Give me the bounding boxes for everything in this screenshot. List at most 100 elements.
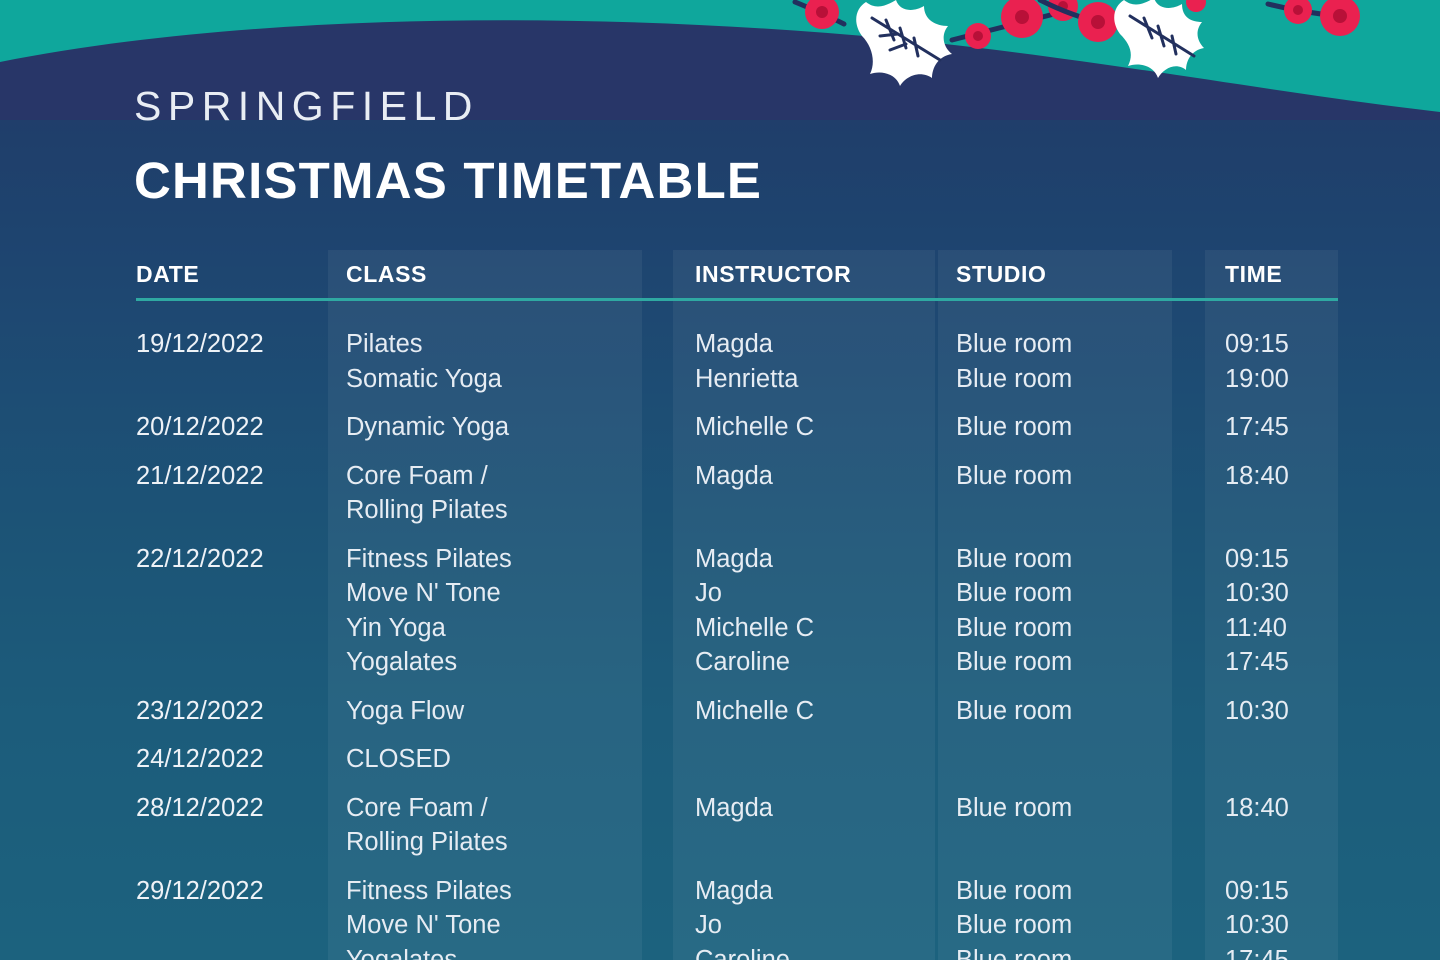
cell-instructor (673, 742, 938, 777)
cell-date: 21/12/2022 (136, 461, 264, 490)
cell-studio: Blue room (938, 694, 1205, 729)
cell-studio: Blue room Blue room (938, 327, 1205, 396)
instructor-line: Michelle C (695, 413, 815, 441)
cell-studio: Blue room Blue room Blue room (938, 874, 1205, 960)
cell-date: 20/12/2022 (136, 413, 264, 441)
time-line: 17:45 (1225, 945, 1289, 960)
instructor-line: Caroline (695, 945, 790, 960)
cell-class: Core Foam / Rolling Pilates (328, 791, 673, 860)
empty-line (695, 742, 938, 777)
cell-instructor: Magda (673, 459, 938, 528)
time-line: 17:45 (1225, 648, 1289, 676)
cell-class: Dynamic Yoga (328, 410, 673, 445)
column-header-date: DATE (136, 260, 200, 287)
cell-studio: Blue room Blue room Blue room Blue room (938, 542, 1205, 680)
christmas-timetable-poster: SPRINGFIELD CHRISTMAS TIMETABLE DATE CLA… (0, 0, 1440, 960)
instructor-line: Magda (695, 793, 773, 822)
studio-line: Blue room (956, 544, 1073, 573)
cell-date: 28/12/2022 (136, 793, 264, 822)
studio-line: Blue room (956, 876, 1073, 905)
table-row: 22/12/2022 Fitness Pilates Move N' Tone Yin… (0, 535, 1440, 687)
cell-instructor: Magda Henrietta (673, 327, 938, 396)
instructor-line: Jo (695, 579, 722, 607)
cell-class: CLOSED (328, 742, 673, 777)
class-line: Rolling Pilates (346, 496, 508, 524)
table-header-row: DATE CLASS INSTRUCTOR STUDIO TIME (0, 250, 1440, 298)
studio-line: Blue room (956, 945, 1073, 960)
class-line: Yogalates (346, 648, 458, 676)
cell-instructor: Michelle C (673, 410, 938, 445)
cell-studio: Blue room (938, 410, 1205, 445)
cell-instructor: Michelle C (673, 694, 938, 729)
cell-time: 17:45 (1205, 410, 1338, 445)
studio-line: Blue room (956, 579, 1073, 607)
table-row: 20/12/2022 Dynamic Yoga Michelle C Blue roo… (0, 403, 1440, 452)
cell-instructor: Magda (673, 791, 938, 860)
empty-line (956, 742, 1205, 777)
cell-instructor: Magda Jo Michelle C Caroline (673, 542, 938, 680)
column-header-time: TIME (1225, 260, 1283, 287)
timetable: DATE CLASS INSTRUCTOR STUDIO TIME 19/12/… (0, 250, 1440, 960)
instructor-line: Henrietta (695, 364, 799, 393)
instructor-line: Jo (695, 911, 722, 939)
class-line: Yin Yoga (346, 613, 446, 642)
class-line: Core Foam / (346, 793, 488, 822)
studio-line: Blue room (956, 613, 1073, 642)
cell-class: Core Foam / Rolling Pilates (328, 459, 673, 528)
time-line: 10:30 (1225, 696, 1289, 725)
cell-class: Yoga Flow (328, 694, 673, 729)
cell-time: 09:15 10:30 11:40 17:45 (1205, 542, 1338, 680)
time-line: 10:30 (1225, 579, 1289, 607)
table-row: 19/12/2022 Pilates Somatic Yoga Magda Henrie… (0, 320, 1440, 403)
instructor-line: Magda (695, 544, 773, 573)
class-line: Core Foam / (346, 461, 488, 490)
instructor-line: Michelle C (695, 613, 815, 642)
time-line: 11:40 (1225, 613, 1287, 642)
class-line: Move N' Tone (346, 579, 501, 607)
empty-line (956, 825, 1205, 860)
column-header-instructor: INSTRUCTOR (695, 260, 852, 287)
empty-line (1225, 825, 1338, 860)
location-name: SPRINGFIELD (134, 83, 479, 129)
instructor-line: Michelle C (695, 696, 815, 725)
cell-time: 10:30 (1205, 694, 1338, 729)
time-line: 09:15 (1225, 330, 1289, 358)
studio-line: Blue room (956, 648, 1073, 676)
empty-line (695, 493, 938, 528)
instructor-line: Magda (695, 330, 773, 358)
cell-time: 18:40 (1205, 459, 1338, 528)
timetable-grid: DATE CLASS INSTRUCTOR STUDIO TIME 19/12/… (0, 250, 1440, 960)
class-line: Fitness Pilates (346, 876, 512, 905)
column-header-studio: STUDIO (956, 260, 1047, 287)
cell-time: 09:15 10:30 17:45 (1205, 874, 1338, 960)
class-line: Yogalates (346, 945, 458, 960)
empty-line (1225, 493, 1338, 528)
time-line: 09:15 (1225, 876, 1289, 905)
class-line: CLOSED (346, 745, 451, 773)
instructor-line: Magda (695, 461, 773, 490)
studio-line: Blue room (956, 330, 1073, 358)
studio-line: Blue room (956, 696, 1073, 725)
table-row: 24/12/2022 CLOSED (0, 735, 1440, 784)
page-title: CHRISTMAS TIMETABLE (134, 152, 763, 209)
cell-date: 29/12/2022 (136, 876, 264, 905)
cell-studio: Blue room (938, 459, 1205, 528)
time-line: 19:00 (1225, 364, 1289, 393)
studio-line: Blue room (956, 461, 1073, 490)
cell-instructor: Magda Jo Caroline (673, 874, 938, 960)
column-header-class: CLASS (346, 260, 427, 287)
header-underline (136, 298, 1338, 301)
cell-time (1205, 742, 1338, 777)
cell-date: 23/12/2022 (136, 696, 264, 725)
class-line: Rolling Pilates (346, 828, 508, 856)
cell-studio: Blue room (938, 791, 1205, 860)
empty-line (695, 825, 938, 860)
time-line: 17:45 (1225, 413, 1289, 441)
table-row: 28/12/2022 Core Foam / Rolling Pilates Magd… (0, 784, 1440, 867)
instructor-line: Caroline (695, 648, 790, 676)
table-row: 23/12/2022 Yoga Flow Michelle C Blue room 10… (0, 687, 1440, 736)
cell-class: Fitness Pilates Move N' Tone Yogalates (328, 874, 673, 960)
cell-class: Fitness Pilates Move N' Tone Yin Yoga Yogal… (328, 542, 673, 680)
class-line: Fitness Pilates (346, 544, 512, 573)
time-line: 18:40 (1225, 793, 1289, 822)
